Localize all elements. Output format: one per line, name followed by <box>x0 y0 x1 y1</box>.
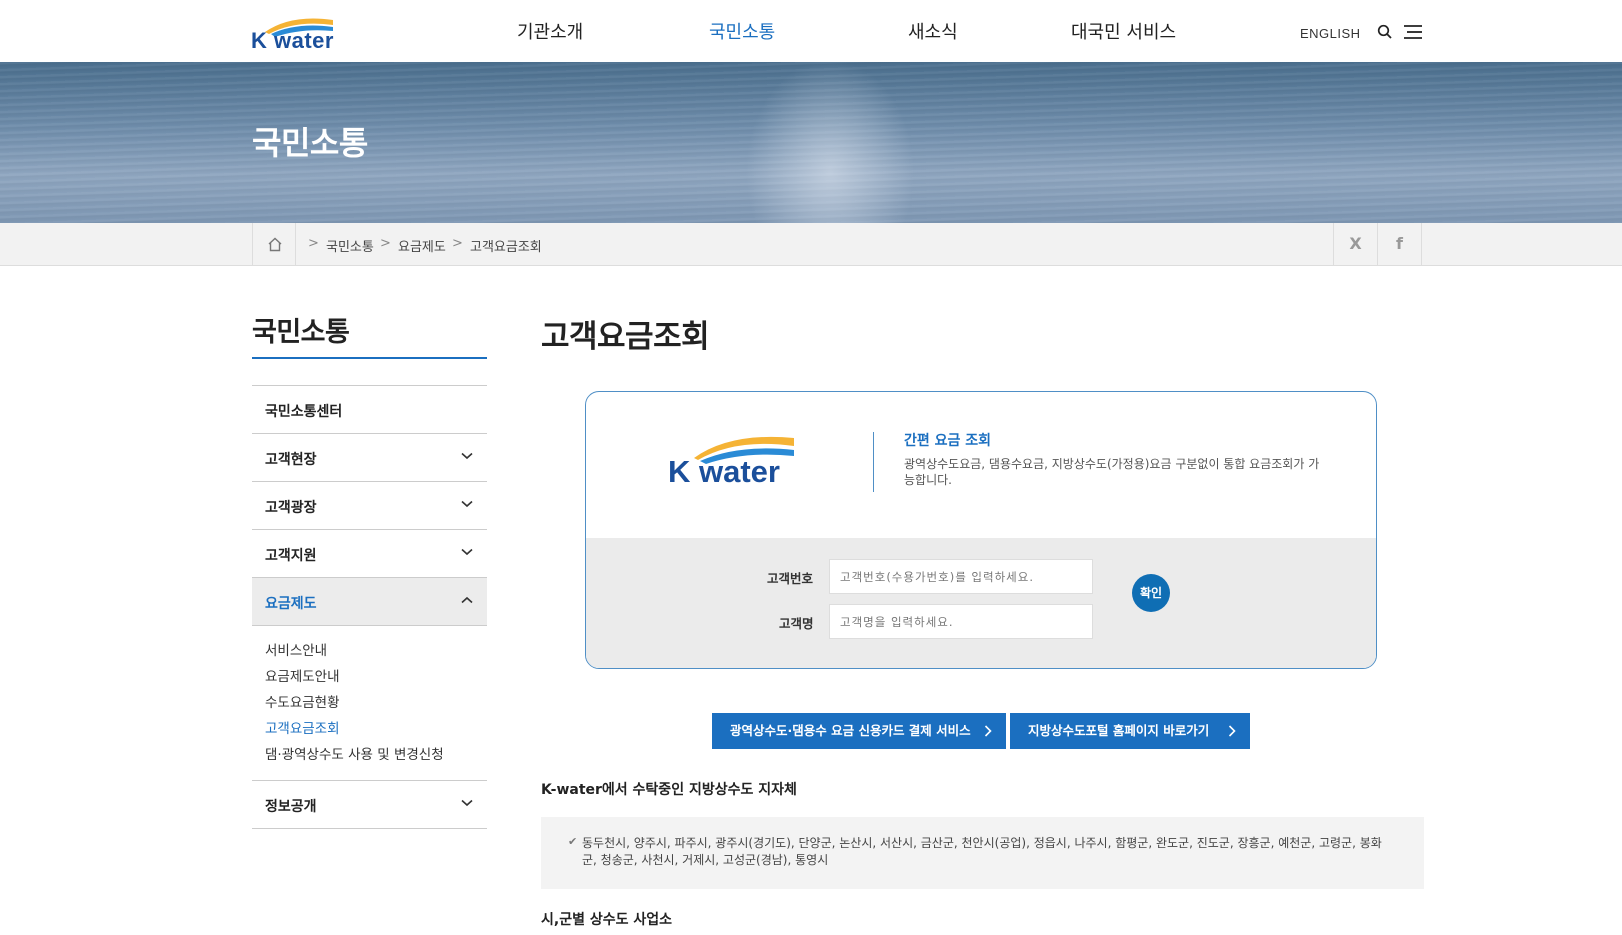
portal-link-label: 지방상수도포털 홈페이지 바로가기 <box>1028 723 1210 738</box>
facebook-icon: f <box>1396 234 1403 253</box>
breadcrumb-separator: > <box>452 236 463 251</box>
sidebar-item-center[interactable]: 국민소통센터 <box>252 385 487 433</box>
sidebar-title-divider <box>252 357 487 359</box>
sidebar-item-label: 고객광장 <box>265 500 317 516</box>
portal-link-button[interactable]: 지방상수도포털 홈페이지 바로가기 <box>1010 713 1250 749</box>
submenu-water-fee-status[interactable]: 수도요금현황 <box>265 692 487 718</box>
city-office-heading: 시,군별 상수도 사업소 <box>541 912 672 928</box>
logo-text: K water <box>251 28 334 53</box>
lookup-description: 광역상수도요금, 댐용수요금, 지방상수도(가정용)요금 구분없이 통합 요금조… <box>904 457 1320 487</box>
chevron-up-icon <box>461 596 473 604</box>
chevron-down-icon <box>461 452 473 460</box>
share-x-button[interactable]: X <box>1333 223 1377 266</box>
sidebar-item-label: 고객지원 <box>265 548 317 564</box>
hero-title: 국민소통 <box>252 124 368 162</box>
chevron-down-icon <box>461 548 473 556</box>
submenu-fee-system-guide[interactable]: 요금제도안내 <box>265 666 487 692</box>
breadcrumb-separator: > <box>380 236 391 251</box>
nav-about[interactable]: 기관소개 <box>517 18 583 44</box>
sidebar-item-customer-plaza[interactable]: 고객광장 <box>252 481 487 529</box>
logo-text: K water <box>668 454 780 489</box>
sidebar-item-information-disclosure[interactable]: 정보공개 <box>252 780 487 828</box>
nav-public-service[interactable]: 대국민 서비스 <box>1071 18 1176 44</box>
submenu-customer-fee-lookup[interactable]: 고객요금조회 <box>265 718 487 744</box>
customer-number-label: 고객번호 <box>767 571 814 586</box>
sidebar-title: 국민소통 <box>252 317 350 348</box>
kwater-logo[interactable]: K water <box>251 12 335 53</box>
sidebar-submenu: 서비스안내 요금제도안내 수도요금현황 고객요금조회 댐·광역상수도 사용 및 … <box>252 625 487 780</box>
page-title: 고객요금조회 <box>541 319 710 355</box>
search-icon[interactable] <box>1377 24 1393 40</box>
share-facebook-button[interactable]: f <box>1377 223 1422 266</box>
card-payment-label: 광역상수도·댐용수 요금 신용카드 결제 서비스 <box>730 723 971 738</box>
kwater-logo-large: K water <box>668 430 796 492</box>
check-icon: ✔ <box>568 835 578 848</box>
sidebar-item-label: 국민소통센터 <box>265 404 343 420</box>
customer-name-label: 고객명 <box>779 616 814 631</box>
hero-banner: 국민소통 <box>0 62 1622 223</box>
sidebar-item-label: 정보공개 <box>265 799 317 815</box>
confirm-button[interactable]: 확인 <box>1132 574 1170 612</box>
chevron-right-icon <box>1228 725 1236 737</box>
breadcrumb-separator: > <box>308 236 319 251</box>
consigned-list-box: ✔ 동두천시, 양주시, 파주시, 광주시(경기도), 단양군, 논산시, 서산… <box>541 817 1424 889</box>
menu-icon[interactable] <box>1404 24 1422 40</box>
lookup-form: 고객번호 고객명 확인 <box>586 538 1376 668</box>
sidebar-item-customer-field[interactable]: 고객현장 <box>252 433 487 481</box>
breadcrumb-item-fee-lookup[interactable]: 고객요금조회 <box>470 236 542 255</box>
breadcrumb-item-communication[interactable]: 국민소통 <box>326 236 374 255</box>
lookup-divider <box>873 432 874 492</box>
sidebar-bottom-divider <box>252 828 487 829</box>
english-link[interactable]: ENGLISH <box>1300 26 1361 41</box>
nav-communication[interactable]: 국민소통 <box>709 18 775 44</box>
customer-number-input[interactable] <box>829 559 1093 594</box>
breadcrumb: > 국민소통 > 요금제도 > 고객요금조회 X f <box>0 223 1622 266</box>
sidebar-item-label: 요금제도 <box>265 596 317 612</box>
sidebar-item-label: 고객현장 <box>265 452 317 468</box>
x-icon: X <box>1349 234 1362 253</box>
customer-name-input[interactable] <box>829 604 1093 639</box>
submenu-service-guide[interactable]: 서비스안내 <box>265 640 487 666</box>
lookup-heading: 간편 요금 조회 <box>904 433 992 449</box>
chevron-right-icon <box>984 725 992 737</box>
sidebar-menu: 국민소통센터 고객현장 고객광장 고객지원 요금제도 서비스안내 요금제도안내 … <box>252 385 487 829</box>
consigned-heading: K-water에서 수탁중인 지방상수도 지자체 <box>541 782 797 798</box>
sidebar-item-customer-support[interactable]: 고객지원 <box>252 529 487 577</box>
consigned-list: 동두천시, 양주시, 파주시, 광주시(경기도), 단양군, 논산시, 서산시,… <box>582 836 1382 867</box>
sidebar-item-fee-system[interactable]: 요금제도 <box>252 577 487 625</box>
nav-news[interactable]: 새소식 <box>908 18 958 44</box>
card-payment-button[interactable]: 광역상수도·댐용수 요금 신용카드 결제 서비스 <box>712 713 1006 749</box>
submenu-usage-change-request[interactable]: 댐·광역상수도 사용 및 변경신청 <box>265 744 487 770</box>
chevron-down-icon <box>461 799 473 807</box>
chevron-down-icon <box>461 500 473 508</box>
fee-lookup-panel: K water 간편 요금 조회 광역상수도요금, 댐용수요금, 지방상수도(가… <box>585 391 1377 669</box>
site-header: K water 기관소개 국민소통 새소식 대국민 서비스 ENGLISH <box>0 0 1622 62</box>
breadcrumb-item-fee-system[interactable]: 요금제도 <box>398 236 446 255</box>
home-icon[interactable] <box>252 223 296 266</box>
